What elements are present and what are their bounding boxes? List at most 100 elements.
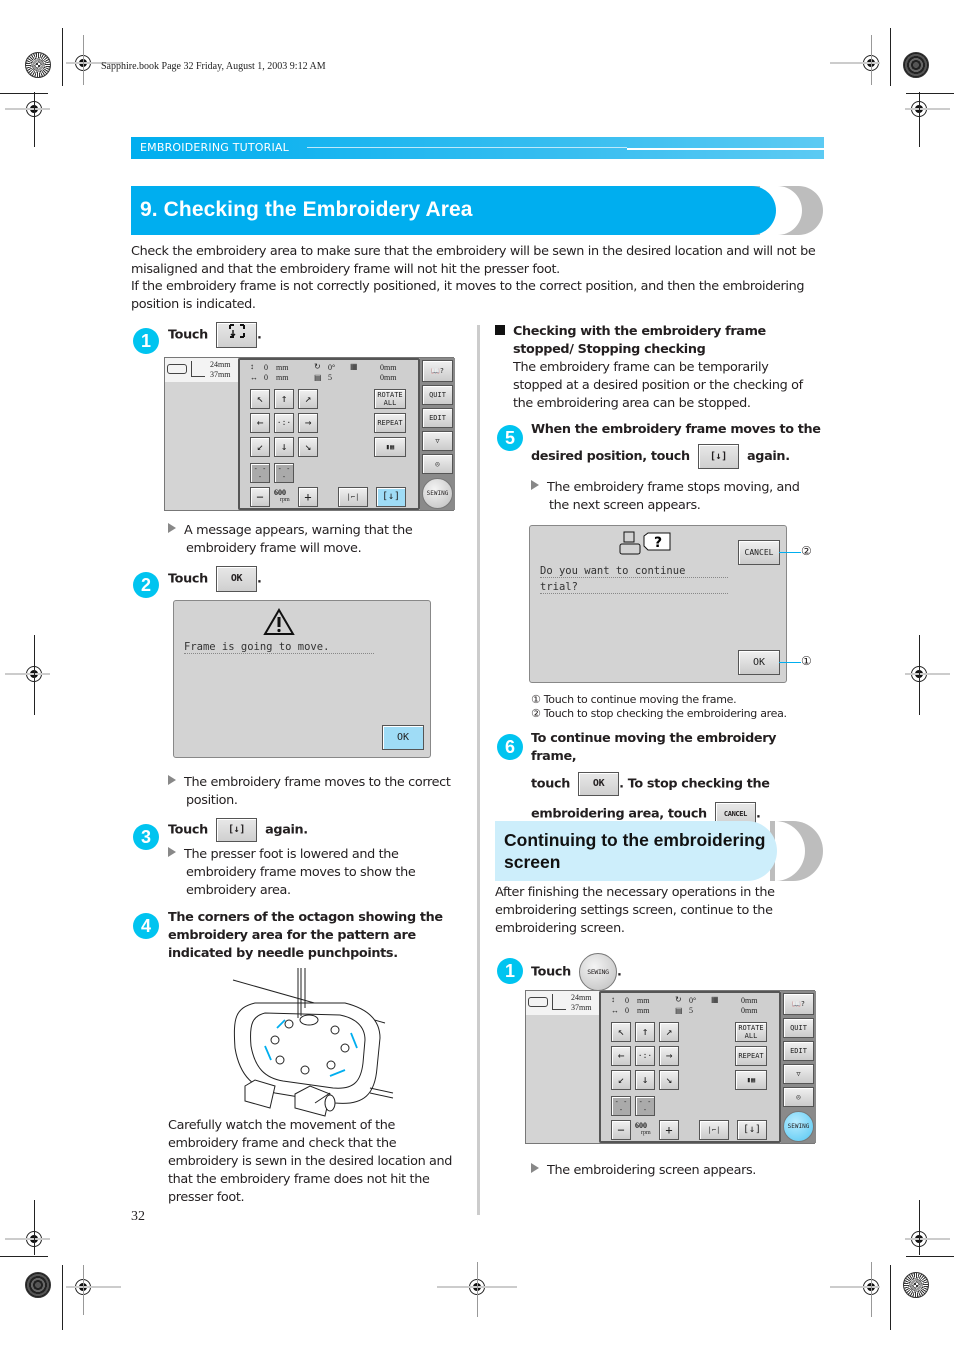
machine-icon (528, 997, 548, 1007)
speed-plus-button[interactable]: + (659, 1120, 679, 1140)
move-left-button[interactable]: ← (611, 1046, 631, 1066)
offset-vertical: 0 (625, 996, 629, 1005)
move-up-right-button[interactable]: ↗ (298, 389, 318, 409)
presser-foot-button[interactable]: |⌐| (699, 1120, 729, 1140)
move-down-left-button[interactable]: ↙ (611, 1070, 631, 1090)
rotate-all-button[interactable]: ROTATE ALL (735, 1022, 767, 1042)
edit-button[interactable]: EDIT (783, 1041, 814, 1061)
step-badge: 1 (133, 328, 159, 354)
continue-trial-dialog: ? Do you want to continue trial? CANCEL … (529, 525, 787, 683)
printer-rosette-mark (903, 1272, 929, 1298)
step-sewing-instruction: Touch SEWING. (531, 953, 622, 991)
dialog-ok-button[interactable]: OK (382, 725, 424, 750)
speed-unit: rpm (280, 497, 290, 503)
move-up-left-button[interactable]: ↖ (611, 1022, 631, 1042)
stitch-button[interactable]: - - - (635, 1096, 655, 1116)
memory-button[interactable]: ▽ (422, 431, 453, 451)
move-left-button[interactable]: ← (250, 413, 270, 433)
move-down-right-button[interactable]: ↘ (659, 1070, 679, 1090)
step-3-result: The presser foot is lowered and the embr… (168, 846, 458, 900)
presser-foot-button[interactable]: |⌐| (338, 487, 368, 507)
quit-button[interactable]: QUIT (783, 1018, 814, 1038)
sewing-button[interactable]: SEWING (579, 953, 617, 991)
ok-button[interactable]: OK (578, 772, 620, 796)
trial-button[interactable]: [↓] (697, 444, 739, 469)
memory-button[interactable]: ▽ (783, 1064, 814, 1084)
step-sewing-result: The embroidering screen appears. (531, 1162, 816, 1180)
pocket-icon: ▽ (796, 1070, 801, 1078)
crop-line (919, 92, 920, 147)
callout-1: ① (801, 654, 812, 668)
repeat-vertical: 0mm (380, 363, 397, 372)
result-arrow-icon (168, 523, 176, 533)
thread-color-button[interactable]: ▮▦ (374, 437, 406, 457)
repeat-button[interactable]: REPEAT (735, 1046, 767, 1066)
move-up-right-button[interactable]: ↗ (659, 1022, 679, 1042)
ok-button[interactable]: OK (216, 566, 257, 592)
quit-button[interactable]: QUIT (422, 385, 453, 405)
crop-line (62, 28, 63, 86)
trial-button[interactable]: [↓] (216, 818, 257, 842)
result-arrow-icon (168, 775, 176, 785)
speed-minus-button[interactable]: − (250, 487, 270, 507)
move-down-button[interactable]: ↓ (635, 1070, 655, 1090)
presser-foot-icon: |⌐| (346, 493, 360, 501)
crop-line (5, 108, 50, 110)
frame-button[interactable]: ◎ (783, 1087, 814, 1107)
frame-button[interactable]: ◎ (422, 454, 453, 474)
center-button[interactable]: ·:· (274, 413, 294, 433)
move-down-right-button[interactable]: ↘ (298, 437, 318, 457)
offset-horizontal-icon: ↔ (611, 1006, 619, 1015)
move-up-button[interactable]: ↑ (635, 1022, 655, 1042)
step-4-note: Carefully watch the movement of the embr… (168, 1118, 453, 1205)
thread-color-button[interactable]: ▮▦ (735, 1070, 767, 1090)
edit-button[interactable]: EDIT (422, 408, 453, 428)
move-right-button[interactable]: → (298, 413, 318, 433)
crop-line (906, 93, 954, 94)
stitch-button[interactable]: - - - (611, 1096, 631, 1116)
touch-label: Touch (168, 571, 208, 587)
step-2-result: The embroidery frame moves to the correc… (168, 774, 458, 810)
sewing-button[interactable]: SEWING (422, 478, 453, 509)
sewing-button[interactable]: SEWING (783, 1111, 814, 1142)
pocket-icon: ▽ (435, 437, 440, 445)
trial-frame-icon: [↓] (709, 451, 727, 462)
trial-button[interactable]: [↓] (737, 1120, 767, 1140)
crop-line (34, 635, 35, 715)
repeat-vertical: 0mm (741, 996, 758, 1005)
move-up-left-button[interactable]: ↖ (250, 389, 270, 409)
move-down-button[interactable]: ↓ (274, 437, 294, 457)
stitch-button[interactable]: - - - (274, 463, 294, 483)
help-button[interactable]: 📖? (783, 993, 814, 1015)
trial-frame-icon (228, 324, 245, 338)
rotate-all-button[interactable]: ROTATE ALL (374, 389, 406, 409)
crop-line (890, 28, 891, 86)
callout-2: ② (801, 544, 812, 558)
help-button[interactable]: 📖? (422, 360, 453, 382)
repeat-button[interactable]: REPEAT (374, 413, 406, 433)
crop-line (477, 1262, 478, 1317)
offset-horizontal: 0 (625, 1006, 629, 1015)
callout-note: ② Touch to stop checking the embroiderin… (531, 707, 787, 720)
move-right-button[interactable]: → (659, 1046, 679, 1066)
crop-line (906, 1256, 954, 1257)
step-badge: 5 (497, 425, 523, 451)
pattern-size-info: 24mm 37mm (165, 358, 238, 382)
center-button[interactable]: ·:· (635, 1046, 655, 1066)
printer-rosette-mark (25, 52, 51, 78)
trial-button[interactable]: [↓] (376, 487, 406, 507)
move-up-button[interactable]: ↑ (274, 389, 294, 409)
presser-foot-icon: |⌐| (707, 1126, 721, 1134)
print-header: Sapphire.book Page 32 Friday, August 1, … (101, 61, 326, 72)
speed-minus-button[interactable]: − (611, 1120, 631, 1140)
dialog-ok-button[interactable]: OK (738, 650, 780, 675)
move-down-left-button[interactable]: ↙ (250, 437, 270, 457)
touch-label: Touch (168, 327, 208, 343)
dialog-cancel-button[interactable]: CANCEL (738, 540, 780, 565)
pattern-preview-area: 24mm 37mm (526, 991, 599, 1143)
stitch-button[interactable]: - - - (250, 463, 270, 483)
trial-button[interactable] (216, 322, 257, 348)
touch-label: Touch (168, 822, 208, 838)
thread-color-icon: ▮▦ (746, 1076, 756, 1084)
speed-plus-button[interactable]: + (298, 487, 318, 507)
